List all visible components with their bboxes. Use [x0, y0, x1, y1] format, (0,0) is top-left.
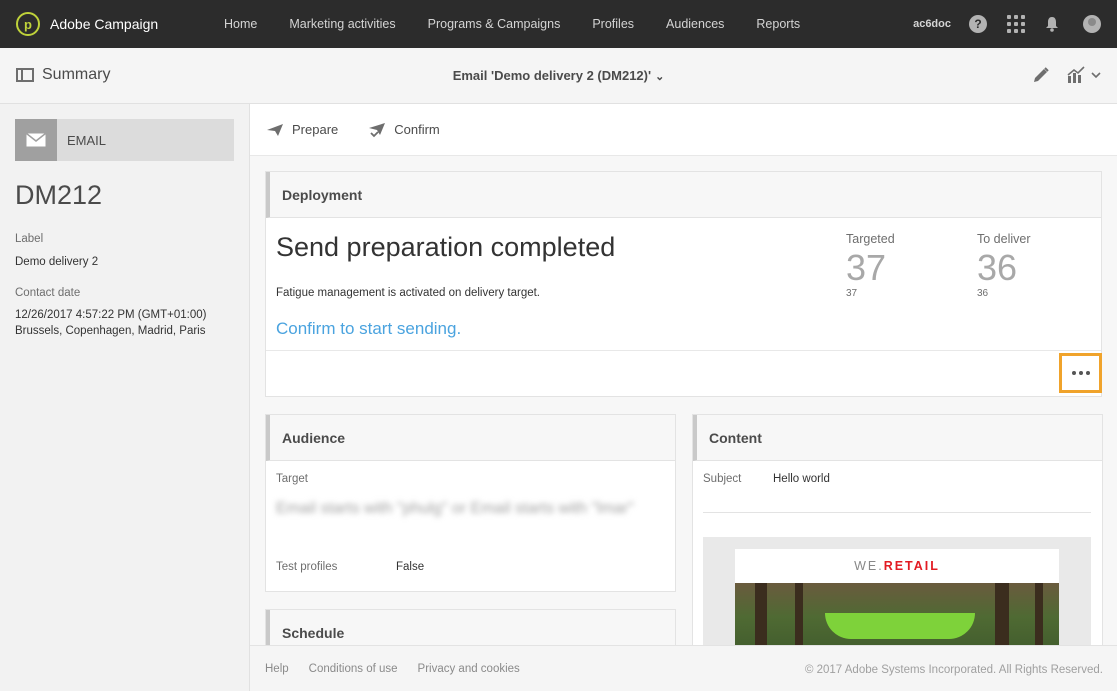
- apps-grid-icon[interactable]: [1007, 15, 1025, 33]
- audience-card: Audience Target Email starts with "phulg…: [265, 414, 676, 592]
- deployment-divider: [266, 350, 1101, 351]
- deployment-card: Deployment Send preparation completed Fa…: [265, 171, 1102, 397]
- content-card: Content Subject Hello world WE.RETAIL: [692, 414, 1103, 645]
- to-deliver-metric: To deliver 36 36: [977, 232, 1031, 299]
- footer-link-conditions[interactable]: Conditions of use: [309, 663, 398, 675]
- confirm-label: Confirm: [394, 122, 440, 137]
- targeted-value: 37: [846, 247, 887, 288]
- confirm-send-icon: [369, 122, 386, 137]
- top-navigation-bar: p Adobe Campaign Home Marketing activiti…: [0, 0, 1117, 48]
- nav-item-home[interactable]: Home: [224, 17, 257, 31]
- targeted-metric: Targeted 37 37: [846, 232, 895, 299]
- notifications-bell-icon[interactable]: [1045, 16, 1059, 32]
- edit-pencil-icon[interactable]: [1032, 66, 1050, 84]
- page-header: Summary Email 'Demo delivery 2 (DM212)' ⌄: [0, 48, 1117, 104]
- nav-item-reports[interactable]: Reports: [756, 17, 800, 31]
- delivery-code: DM212: [15, 180, 103, 210]
- deployment-status: Send preparation completed: [276, 232, 616, 262]
- test-profiles-value: False: [396, 561, 425, 573]
- target-value: Email starts with "phulg" or Email start…: [276, 500, 634, 517]
- action-toolbar: Prepare Confirm: [250, 104, 1117, 156]
- to-deliver-value: 36: [977, 247, 1018, 288]
- email-preview-frame: WE.RETAIL: [735, 549, 1059, 645]
- summary-panel: EMAIL DM212 Label Demo delivery 2 Contac…: [0, 104, 250, 691]
- hammock-graphic: [825, 613, 975, 639]
- footer-link-privacy[interactable]: Privacy and cookies: [418, 663, 520, 675]
- copyright: © 2017 Adobe Systems Incorporated. All R…: [804, 664, 1103, 676]
- chevron-down-icon: ⌄: [655, 71, 665, 83]
- label-value: Demo delivery 2: [15, 256, 99, 268]
- main-nav: Home Marketing activities Programs & Cam…: [224, 17, 832, 31]
- targeted-subvalue: 37: [846, 288, 858, 299]
- page-footer: Help Conditions of use Privacy and cooki…: [250, 645, 1117, 691]
- app-name: Adobe Campaign: [50, 16, 159, 32]
- contact-timezone-value: Brussels, Copenhagen, Madrid, Paris: [15, 325, 206, 337]
- schedule-card: Schedule: [265, 609, 676, 645]
- adobe-campaign-logo-icon: p: [16, 12, 40, 36]
- confirm-button[interactable]: Confirm: [368, 122, 440, 138]
- to-deliver-subvalue: 36: [977, 288, 989, 299]
- retail-brand-logo: WE.RETAIL: [854, 559, 940, 573]
- content-divider: [703, 512, 1091, 513]
- subject-label: Subject: [703, 473, 742, 485]
- contact-date-value: 12/26/2017 4:57:22 PM (GMT+01:00): [15, 309, 207, 321]
- label-caption: Label: [15, 233, 44, 245]
- more-actions-button[interactable]: [1059, 353, 1102, 393]
- top-right-tools: ac6doc ?: [913, 0, 1117, 48]
- content-title: Content: [693, 415, 1102, 461]
- deployment-title: Deployment: [266, 172, 1101, 218]
- targeted-label: Targeted: [846, 232, 895, 246]
- to-deliver-label: To deliver: [977, 232, 1031, 246]
- help-icon[interactable]: ?: [969, 15, 987, 33]
- prepare-label: Prepare: [292, 122, 339, 137]
- nav-item-marketing-activities[interactable]: Marketing activities: [289, 17, 395, 31]
- confirm-sending-link[interactable]: Confirm to start sending.: [276, 319, 461, 339]
- target-label: Target: [276, 473, 308, 485]
- email-preview[interactable]: WE.RETAIL: [703, 537, 1091, 645]
- delivery-title-dropdown[interactable]: Email 'Demo delivery 2 (DM212)' ⌄: [0, 68, 1117, 83]
- email-envelope-icon: [15, 119, 57, 161]
- instance-code: ac6doc: [913, 18, 951, 30]
- user-avatar[interactable]: [1083, 15, 1101, 33]
- contact-date-caption: Contact date: [15, 287, 81, 299]
- hero-image: [735, 583, 1059, 645]
- nav-item-audiences[interactable]: Audiences: [666, 17, 724, 31]
- footer-link-help[interactable]: Help: [265, 663, 289, 675]
- channel-label: EMAIL: [67, 132, 107, 148]
- prepare-button[interactable]: Prepare: [266, 122, 338, 137]
- nav-item-programs-campaigns[interactable]: Programs & Campaigns: [428, 17, 561, 31]
- test-profiles-label: Test profiles: [276, 561, 338, 573]
- reports-chart-icon[interactable]: [1066, 66, 1102, 84]
- schedule-title: Schedule: [266, 610, 675, 645]
- subject-value: Hello world: [773, 473, 830, 485]
- audience-title: Audience: [266, 415, 675, 461]
- delivery-title: Email 'Demo delivery 2 (DM212)': [452, 68, 652, 83]
- main-content: Prepare Confirm Deployment Send preparat…: [250, 104, 1117, 645]
- fatigue-note: Fatigue management is activated on deliv…: [276, 287, 541, 299]
- nav-item-profiles[interactable]: Profiles: [592, 17, 634, 31]
- paper-plane-icon: [267, 123, 283, 136]
- brand[interactable]: p Adobe Campaign: [16, 12, 216, 36]
- channel-badge: EMAIL: [15, 119, 234, 161]
